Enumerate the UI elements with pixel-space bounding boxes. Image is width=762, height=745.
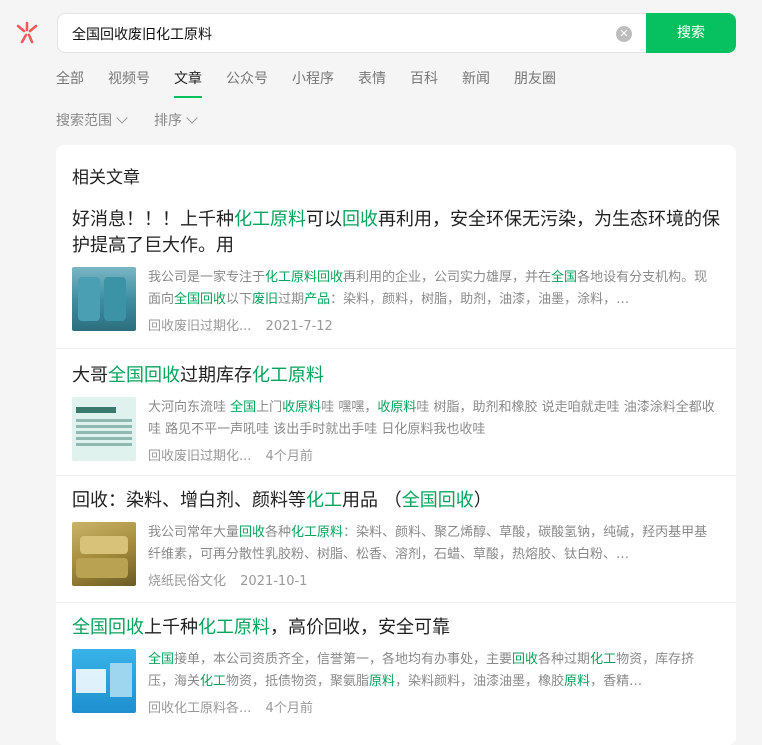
divider [56,348,736,349]
highlight-text: 全国回收 [401,490,474,511]
tab-6[interactable]: 百科 [410,68,438,94]
highlight-text: 回收 [239,525,266,540]
highlight-text: 回收 [342,209,378,230]
search-box[interactable]: 全国回收废旧化工原料 ✕ [57,13,735,53]
article-source[interactable]: 回收化工原料各... [148,701,251,716]
article-snippet: 我公司是一家专注于化工原料回收再利用的企业，公司实力雄厚，并在全国各地设有分支机… [148,267,720,311]
highlight-text: 化工 [590,652,617,667]
scope-filter[interactable]: 搜索范围 [56,110,128,130]
text-span: 各种 [265,525,292,540]
barrels-thumbnail [72,267,136,331]
section-title: 相关文章 [72,168,140,188]
highlight-text: 化工 [200,674,227,689]
article-snippet: 全国接单，本公司资质齐全，信誉第一，各地均有办事处，主要回收各种过期化工物资，库… [148,649,720,693]
text-span: 用品 （ [342,490,402,511]
text-span: 再利用的企业，公司实力雄厚，并在 [343,270,552,285]
sort-filter[interactable]: 排序 [154,110,198,130]
text-span: 过期 [278,292,305,307]
article-item[interactable]: 大哥全国回收过期库存化工原料 大河向东流哇 全国上门收原料哇 嘿嘿，收原料哇 树… [72,363,720,464]
results-card: 相关文章 好消息！！！上千种化工原料可以回收再利用，安全环保无污染，为生态环境的… [56,145,736,745]
highlight-text: 收原料 [377,400,417,415]
recycle-poster-thumbnail [72,649,136,713]
chevron-down-icon [116,112,128,124]
tab-0[interactable]: 全部 [56,68,84,94]
highlight-text: 废旧 [252,292,279,307]
search-input[interactable]: 全国回收废旧化工原料 [72,24,212,44]
text-span: 我公司常年大量 [148,525,240,540]
highlight-text: 产品 [304,292,331,307]
article-title[interactable]: 回收：染料、增白剂、颜料等化工用品 （全国回收） [72,488,720,514]
sort-filter-label: 排序 [154,113,182,129]
highlight-text: 化工原料 [252,365,324,386]
highlight-text: 收原料 [282,400,322,415]
text-span: 哇 嘿嘿， [321,400,378,415]
highlight-text: 全国回收 [72,617,144,638]
highlight-text: 化工 [306,490,342,511]
sacks-thumbnail [72,522,136,586]
highlight-text: 全国 [148,652,175,667]
text-span: 以下 [226,292,253,307]
text-span: 各种过期 [538,652,591,667]
article-source[interactable]: 回收废旧过期化... [148,319,251,334]
text-span: ，染料颜料，油漆油墨，橡胶 [395,674,565,689]
clear-icon[interactable]: ✕ [616,26,632,42]
article-title[interactable]: 好消息！！！上千种化工原料可以回收再利用，安全环保无污染，为生态环境的保护提高了… [72,207,720,259]
text-span: 我公司是一家专注于 [148,270,266,285]
wechat-search-logo-icon [14,20,40,46]
text-span: ，高价回收，安全可靠 [270,617,450,638]
article-date: 2021-7-12 [265,319,333,334]
text-span: ，香精… [590,674,643,689]
tab-3[interactable]: 公众号 [226,68,268,94]
text-span: ） [473,490,492,511]
tab-1[interactable]: 视频号 [108,68,150,94]
article-source[interactable]: 回收废旧过期化... [148,449,251,464]
text-span: 上门 [256,400,283,415]
text-span: 大河向东流哇 [148,400,231,415]
divider [56,602,736,603]
article-item[interactable]: 好消息！！！上千种化工原料可以回收再利用，安全环保无污染，为生态环境的保护提高了… [72,207,720,334]
text-span: 大哥 [72,365,108,386]
article-item[interactable]: 回收：染料、增白剂、颜料等化工用品 （全国回收） 我公司常年大量回收各种化工原料… [72,488,720,589]
article-title[interactable]: 全国回收上千种化工原料，高价回收，安全可靠 [72,615,720,641]
divider [56,475,736,476]
highlight-text: 化工原料回收 [265,270,344,285]
article-date: 2021-10-1 [240,574,308,589]
text-span: 可以 [306,209,342,230]
article-date: 4个月前 [265,701,313,716]
highlight-text: 全国回收 [174,292,227,307]
article-title[interactable]: 大哥全国回收过期库存化工原料 [72,363,720,389]
text-span: ：染料，颜料，树脂，助剂，油漆，油墨，涂料，… [330,292,630,307]
tab-2[interactable]: 文章 [174,68,202,98]
highlight-text: 全国 [551,270,578,285]
highlight-text: 回收 [512,652,539,667]
tab-7[interactable]: 新闻 [462,68,490,94]
highlight-text: 化工原料 [234,209,306,230]
highlight-text: 原料 [564,674,591,689]
highlight-text: 化工原料 [198,617,270,638]
tab-4[interactable]: 小程序 [292,68,334,94]
business-card-thumbnail [72,397,136,461]
search-button[interactable]: 搜索 [646,13,736,53]
scope-filter-label: 搜索范围 [56,113,112,129]
highlight-text: 全国 [230,400,257,415]
filter-bar: 搜索范围 排序 [56,110,224,130]
article-item[interactable]: 全国回收上千种化工原料，高价回收，安全可靠 全国接单，本公司资质齐全，信誉第一，… [72,615,720,716]
highlight-text: 原料 [369,674,396,689]
text-span: 过期库存 [180,365,252,386]
tab-8[interactable]: 朋友圈 [514,68,556,94]
highlight-text: 化工原料 [291,525,344,540]
text-span: 接单，本公司资质齐全，信誉第一，各地均有办事处，主要 [174,652,513,667]
text-span: 回收：染料、增白剂、颜料等 [72,490,306,511]
tab-5[interactable]: 表情 [358,68,386,94]
article-date: 4个月前 [265,449,313,464]
text-span: 上千种 [144,617,198,638]
highlight-text: 全国回收 [108,365,180,386]
text-span: 物资，抵债物资，聚氨脂 [226,674,370,689]
text-span: 好消息！！！上千种 [72,209,234,230]
article-source[interactable]: 烧纸民俗文化 [148,574,226,589]
category-tabs: 全部 视频号 文章 公众号 小程序 表情 百科 新闻 朋友圈 [56,68,580,98]
article-snippet: 我公司常年大量回收各种化工原料：染料、颜料、聚乙烯醇、草酸，碳酸氢钠，纯碱，羟丙… [148,522,720,566]
article-snippet: 大河向东流哇 全国上门收原料哇 嘿嘿，收原料哇 树脂，助剂和橡胶 说走咱就走哇 … [148,397,720,441]
chevron-down-icon [186,112,198,124]
